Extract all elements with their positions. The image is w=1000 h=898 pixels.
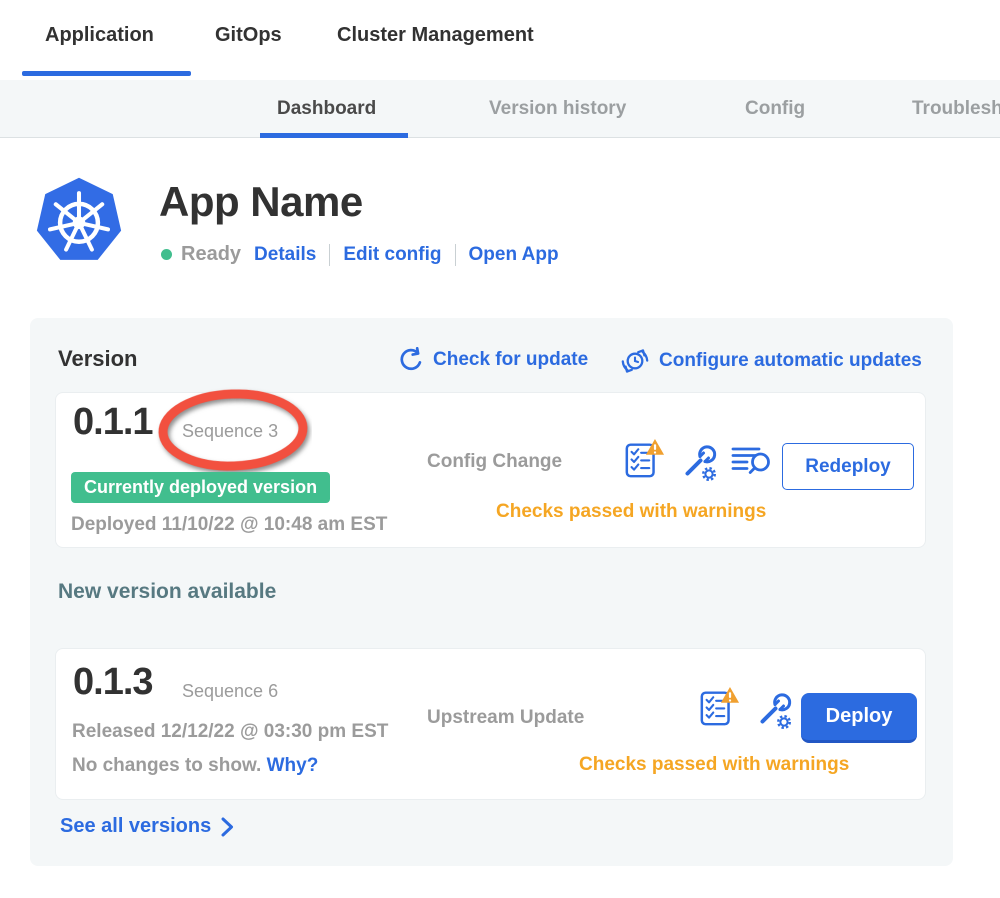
- view-files-icon[interactable]: [731, 444, 773, 480]
- deployed-timestamp: Deployed 11/10/22 @ 10:48 am EST: [71, 514, 387, 536]
- tab-config[interactable]: Config: [745, 98, 805, 120]
- tab-version-history[interactable]: Version history: [489, 98, 626, 120]
- top-navigation: Application GitOps Cluster Management: [0, 0, 1000, 80]
- tab-dashboard[interactable]: Dashboard: [277, 98, 376, 120]
- open-app-link[interactable]: Open App: [469, 244, 559, 266]
- config-wrench-icon[interactable]: [753, 690, 793, 732]
- current-version-card: 0.1.1 Sequence 3 Currently deployed vers…: [55, 392, 926, 548]
- checks-status-text: Checks passed with warnings: [496, 501, 766, 523]
- chevron-right-icon: [221, 817, 234, 837]
- change-type-label: Config Change: [427, 451, 562, 473]
- new-sequence-label: Sequence 6: [182, 681, 278, 702]
- active-nav-underline: [22, 71, 191, 76]
- active-tab-underline: [260, 133, 408, 138]
- divider: [455, 244, 456, 266]
- see-all-versions-link[interactable]: See all versions: [60, 815, 234, 838]
- version-panel: Version Check for update Configure autom…: [30, 318, 953, 866]
- status-label: Ready: [181, 243, 241, 266]
- divider: [329, 244, 330, 266]
- currently-deployed-badge: Currently deployed version: [71, 472, 330, 503]
- tab-troubleshoot[interactable]: Troubleshoot: [912, 98, 1000, 120]
- no-changes-row: No changes to show. Why?: [72, 755, 318, 777]
- change-type-label: Upstream Update: [427, 707, 584, 729]
- version-panel-title: Version: [58, 346, 137, 372]
- current-version-number: 0.1.1: [73, 401, 153, 444]
- new-version-card: 0.1.3 Sequence 6 Released 12/12/22 @ 03:…: [55, 648, 926, 800]
- version-action-icons: [698, 685, 793, 732]
- check-for-update-label: Check for update: [433, 349, 588, 371]
- version-action-icons: [623, 437, 773, 484]
- new-version-number: 0.1.3: [73, 661, 153, 704]
- see-all-versions-label: See all versions: [60, 815, 211, 838]
- new-version-heading: New version available: [58, 580, 276, 604]
- redeploy-button[interactable]: Redeploy: [782, 443, 914, 490]
- nav-item-gitops[interactable]: GitOps: [215, 24, 282, 47]
- nav-item-cluster-management[interactable]: Cluster Management: [337, 24, 534, 47]
- status-dot: [161, 249, 172, 260]
- clock-sync-icon: [620, 346, 650, 376]
- kubernetes-logo-icon: [34, 174, 124, 268]
- checks-status-text: Checks passed with warnings: [579, 754, 849, 776]
- no-changes-text: No changes to show.: [72, 755, 261, 776]
- page-title: App Name: [159, 178, 363, 226]
- app-status-row: Ready Details Edit config Open App: [161, 243, 559, 266]
- refresh-icon: [398, 347, 424, 373]
- configure-automatic-updates-label: Configure automatic updates: [659, 350, 922, 372]
- nav-item-application[interactable]: Application: [45, 24, 154, 47]
- config-wrench-icon[interactable]: [678, 442, 718, 484]
- check-for-update-link[interactable]: Check for update: [398, 347, 588, 373]
- released-timestamp: Released 12/12/22 @ 03:30 pm EST: [72, 721, 388, 743]
- edit-config-link[interactable]: Edit config: [343, 244, 441, 266]
- preflight-checks-icon[interactable]: [698, 685, 740, 729]
- deploy-button[interactable]: Deploy: [801, 693, 917, 743]
- configure-automatic-updates-link[interactable]: Configure automatic updates: [620, 346, 922, 376]
- current-sequence-label: Sequence 3: [182, 421, 278, 442]
- why-link[interactable]: Why?: [267, 755, 319, 776]
- app-tab-bar: Dashboard Version history Config Trouble…: [0, 80, 1000, 138]
- preflight-checks-icon[interactable]: [623, 437, 665, 481]
- details-link[interactable]: Details: [254, 244, 316, 266]
